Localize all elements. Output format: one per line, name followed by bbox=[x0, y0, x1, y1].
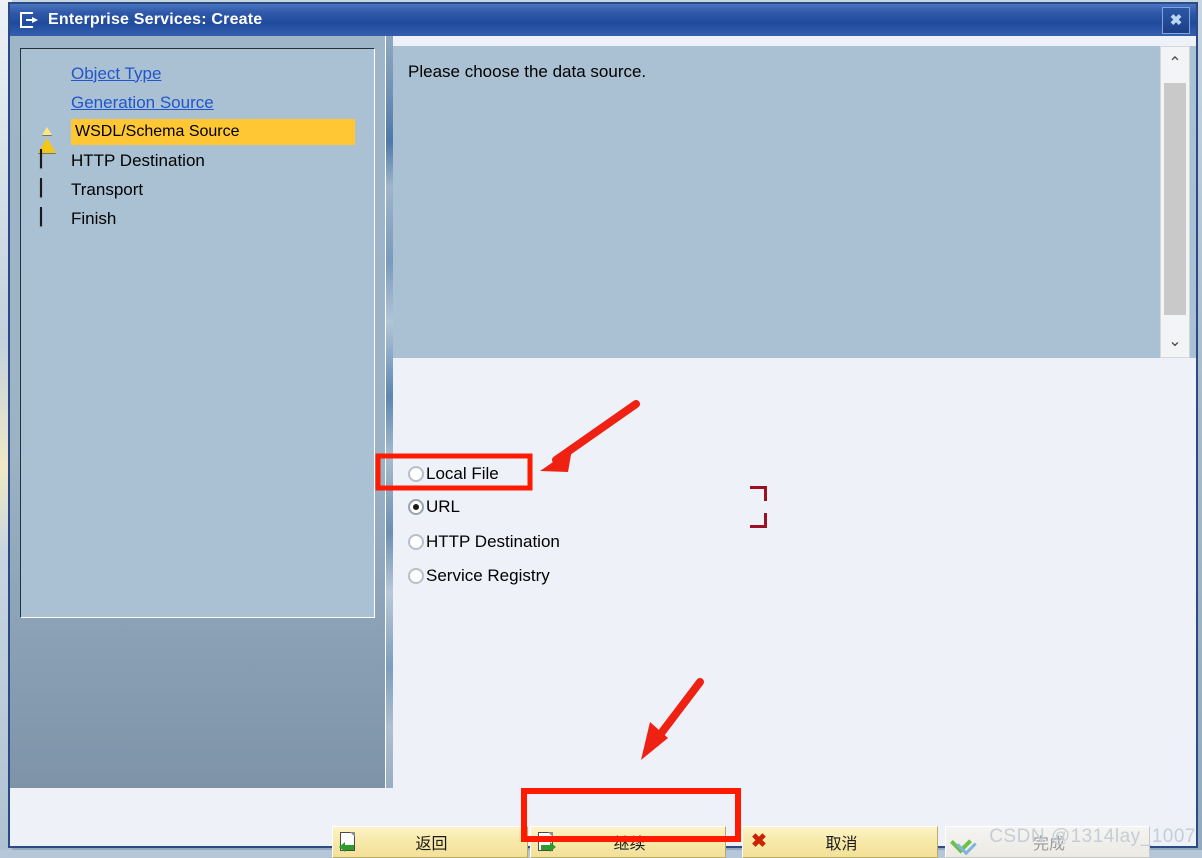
red-square-icon bbox=[37, 208, 59, 230]
radio-option-http-destination[interactable]: HTTP Destination bbox=[408, 530, 560, 554]
green-circle-icon bbox=[37, 63, 59, 85]
sidebar-item-label: Object Type bbox=[71, 64, 161, 84]
back-button-label: 返回 bbox=[362, 830, 527, 854]
radio-mark-url[interactable] bbox=[408, 499, 424, 515]
corner-bracket-top-right-icon bbox=[750, 486, 767, 501]
close-icon[interactable]: ✖ bbox=[1162, 7, 1190, 34]
dialog-titlebar[interactable]: Enterprise Services: Create ✖ bbox=[10, 4, 1196, 36]
radio-option-service-registry[interactable]: Service Registry bbox=[408, 564, 550, 588]
sidebar-item-label: WSDL/Schema Source bbox=[71, 119, 355, 145]
export-window-icon bbox=[20, 12, 40, 28]
yellow-triangle-icon bbox=[37, 121, 59, 143]
radio-label: URL bbox=[426, 497, 460, 517]
scrollbar-thumb[interactable] bbox=[1164, 83, 1186, 315]
dialog-title: Enterprise Services: Create bbox=[48, 11, 262, 29]
red-square-icon bbox=[37, 179, 59, 201]
radio-mark-service-registry[interactable] bbox=[408, 568, 424, 584]
close-glyph: ✖ bbox=[1170, 13, 1183, 28]
enterprise-services-create-dialog: Enterprise Services: Create ✖ Object Typ… bbox=[8, 2, 1198, 848]
radio-label: HTTP Destination bbox=[426, 532, 560, 552]
radio-mark-local-file[interactable] bbox=[408, 466, 424, 482]
back-button[interactable]: 返回 bbox=[332, 826, 528, 858]
sidebar-item-label: Generation Source bbox=[71, 93, 214, 113]
roadmap-sidebar: Object Type Generation Source WSDL/Schem… bbox=[10, 36, 385, 788]
doc-back-icon bbox=[336, 829, 362, 855]
cancel-button-label: 取消 bbox=[772, 830, 937, 854]
doc-forward-icon bbox=[534, 829, 560, 855]
sidebar-item-http-destination[interactable]: HTTP Destination bbox=[21, 146, 374, 175]
continue-button-label: 继续 bbox=[560, 830, 725, 854]
description-area: Please choose the data source. bbox=[393, 46, 1196, 358]
green-circle-icon bbox=[37, 92, 59, 114]
sidebar-item-finish[interactable]: Finish bbox=[21, 204, 374, 233]
sidebar-item-generation-source[interactable]: Generation Source bbox=[21, 88, 374, 117]
data-source-form: Local File URL HTTP Destination Service … bbox=[393, 358, 1196, 788]
dialog-content: Object Type Generation Source WSDL/Schem… bbox=[10, 36, 1196, 846]
scroll-down-icon[interactable]: ⌄ bbox=[1161, 327, 1189, 355]
radio-label: Local File bbox=[426, 464, 499, 484]
scroll-up-icon[interactable]: ⌃ bbox=[1161, 49, 1189, 77]
description-text: Please choose the data source. bbox=[408, 62, 646, 82]
sidebar-item-transport[interactable]: Transport bbox=[21, 175, 374, 204]
continue-button[interactable]: 继续 bbox=[530, 826, 726, 858]
sidebar-item-label: Transport bbox=[71, 180, 143, 200]
corner-bracket-bottom-right-icon bbox=[750, 513, 767, 528]
description-scrollbar[interactable]: ⌃ ⌄ bbox=[1160, 46, 1190, 358]
panel-splitter[interactable] bbox=[385, 36, 393, 788]
sidebar-item-wsdl-schema-source[interactable]: WSDL/Schema Source bbox=[21, 117, 374, 146]
red-square-icon bbox=[37, 150, 59, 172]
radio-option-local-file[interactable]: Local File bbox=[408, 462, 499, 486]
sidebar-item-label: HTTP Destination bbox=[71, 151, 205, 171]
cancel-button[interactable]: ✖ 取消 bbox=[742, 826, 938, 858]
watermark-text: CSDN @1314lay_1007 bbox=[989, 826, 1196, 848]
main-panel: Please choose the data source. ⌃ ⌄ Local… bbox=[393, 36, 1196, 788]
radio-label: Service Registry bbox=[426, 566, 550, 586]
roadmap-panel: Object Type Generation Source WSDL/Schem… bbox=[20, 48, 375, 618]
red-x-icon: ✖ bbox=[746, 829, 772, 855]
radio-mark-http-destination[interactable] bbox=[408, 534, 424, 550]
radio-option-url[interactable]: URL bbox=[408, 495, 460, 519]
check-icon bbox=[949, 829, 975, 855]
sidebar-item-label: Finish bbox=[71, 209, 116, 229]
sidebar-item-object-type[interactable]: Object Type bbox=[21, 59, 374, 88]
